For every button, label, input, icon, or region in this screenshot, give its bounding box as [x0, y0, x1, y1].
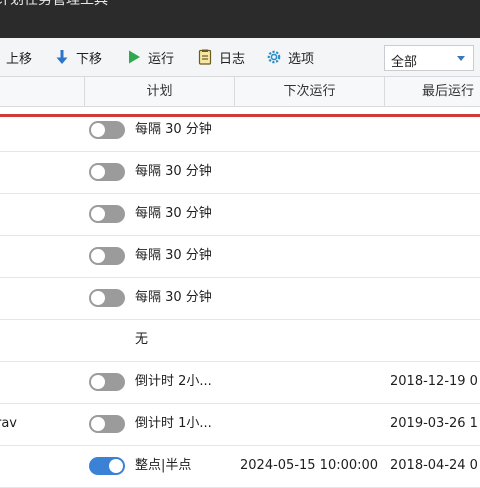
arrow-down-icon [56, 50, 68, 64]
column-divider[interactable] [384, 77, 385, 106]
table-row[interactable]: rav 倒计时 1小... 2019-03-26 1 [0, 403, 480, 446]
task-plan: 倒计时 2小... [135, 374, 212, 389]
task-last-run: 2018-04-24 0 [390, 458, 478, 473]
column-header-plan[interactable]: 计划 [85, 77, 234, 106]
task-plan: 每隔 30 分钟 [135, 206, 212, 221]
column-header-last-run[interactable]: 最后运行 [422, 77, 480, 106]
enable-toggle[interactable] [89, 415, 125, 433]
enable-toggle[interactable] [89, 163, 125, 181]
play-icon [129, 50, 140, 64]
table-row[interactable]: 每隔 30 分钟 [0, 235, 480, 278]
table-row[interactable]: 每隔 30 分钟 [0, 109, 480, 152]
task-plan: 每隔 30 分钟 [135, 164, 212, 179]
task-plan: 倒计时 1小... [135, 416, 212, 431]
log-icon [198, 49, 212, 65]
table-row[interactable]: 倒计时 2小... 2018-12-19 0 [0, 361, 480, 404]
move-down-label: 下移 [76, 51, 103, 67]
enable-toggle[interactable] [89, 289, 125, 307]
move-down-button[interactable]: 下移 [54, 38, 102, 76]
options-label: 选项 [288, 51, 315, 67]
enable-toggle[interactable] [89, 247, 125, 265]
table-row[interactable]: 每隔 30 分钟 [0, 193, 480, 236]
enable-toggle[interactable] [89, 121, 125, 139]
table-row[interactable]: 每隔 30 分钟 [0, 277, 480, 320]
table-row[interactable]: 无 [0, 319, 480, 362]
window-title: 计划任务管理工具 [0, 0, 108, 8]
title-bar: 计划任务管理工具 [0, 0, 480, 38]
table-row[interactable]: 每隔 30 分钟 [0, 151, 480, 194]
task-plan: 无 [135, 332, 149, 347]
chevron-down-icon [457, 56, 465, 61]
enable-toggle[interactable] [89, 205, 125, 223]
log-button[interactable]: 日志 [197, 38, 245, 76]
gear-icon [267, 50, 281, 64]
filter-select[interactable]: 全部 [384, 45, 474, 71]
options-button[interactable]: 选项 [266, 38, 314, 76]
table-header: 计划 下次运行 最后运行 [0, 77, 480, 107]
move-up-button[interactable]: 上移 [6, 38, 32, 76]
task-plan: 每隔 30 分钟 [135, 122, 212, 137]
table-row[interactable]: 整点|半点 2024-05-15 10:00:00 2018-04-24 0 [0, 445, 480, 488]
task-plan: 整点|半点 [135, 458, 192, 473]
task-plan: 每隔 30 分钟 [135, 290, 212, 305]
run-button[interactable]: 运行 [126, 38, 174, 76]
filter-selected-value: 全部 [391, 55, 418, 70]
task-next-run: 2024-05-15 10:00:00 [240, 458, 379, 473]
enable-toggle[interactable] [89, 457, 125, 475]
task-plan: 每隔 30 分钟 [135, 248, 212, 263]
enable-toggle[interactable] [89, 373, 125, 391]
column-header-next-run[interactable]: 下次运行 [235, 77, 384, 106]
log-label: 日志 [219, 51, 246, 67]
task-name: rav [0, 416, 18, 431]
task-last-run: 2019-03-26 1 [390, 416, 478, 431]
run-label: 运行 [148, 51, 175, 67]
task-last-run: 2018-12-19 0 [390, 374, 478, 389]
move-up-label: 上移 [6, 51, 33, 67]
